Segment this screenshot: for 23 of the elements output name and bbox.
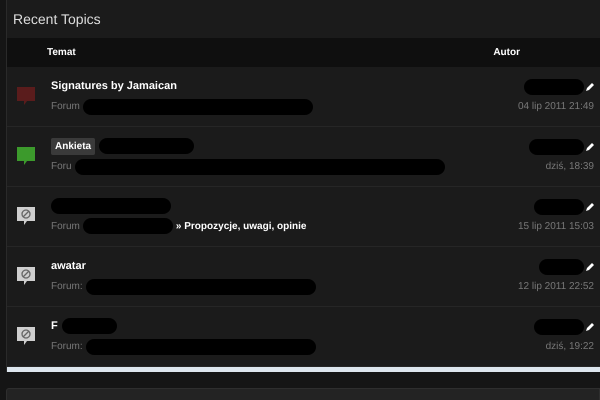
- column-header: Autor: [493, 46, 520, 60]
- panel-title: Recent Topics: [12, 10, 102, 29]
- pencil-icon: [586, 202, 594, 211]
- post-date: dziś, 18:39: [546, 160, 594, 174]
- pencil-icon: [586, 142, 594, 151]
- post-date: 15 lip 2011 15:03: [518, 220, 594, 234]
- topic-title[interactable]: F: [51, 318, 58, 335]
- forum-label: Forum: [51, 220, 80, 234]
- pencil-icon: [586, 82, 594, 91]
- pencil-icon: [586, 322, 594, 331]
- topic-title[interactable]: awatar: [51, 258, 86, 275]
- topic-title[interactable]: Signatures by Jamaican: [51, 78, 177, 95]
- forum-label: Forum: [51, 100, 80, 114]
- pencil-icon: [586, 262, 594, 271]
- post-date: 04 lip 2011 21:49: [518, 100, 594, 114]
- post-date: dziś, 19:22: [546, 340, 594, 354]
- post-date: 12 lip 2011 22:52: [518, 280, 594, 294]
- forum-link[interactable]: » Propozycje, uwagi, opinie: [176, 218, 306, 234]
- forum-label: Foru: [51, 160, 72, 174]
- poll-tag: Ankieta: [51, 138, 96, 155]
- forum-label: Forum:: [51, 280, 83, 294]
- forum-label: Forum:: [51, 340, 83, 354]
- column-header: Temat: [47, 46, 76, 60]
